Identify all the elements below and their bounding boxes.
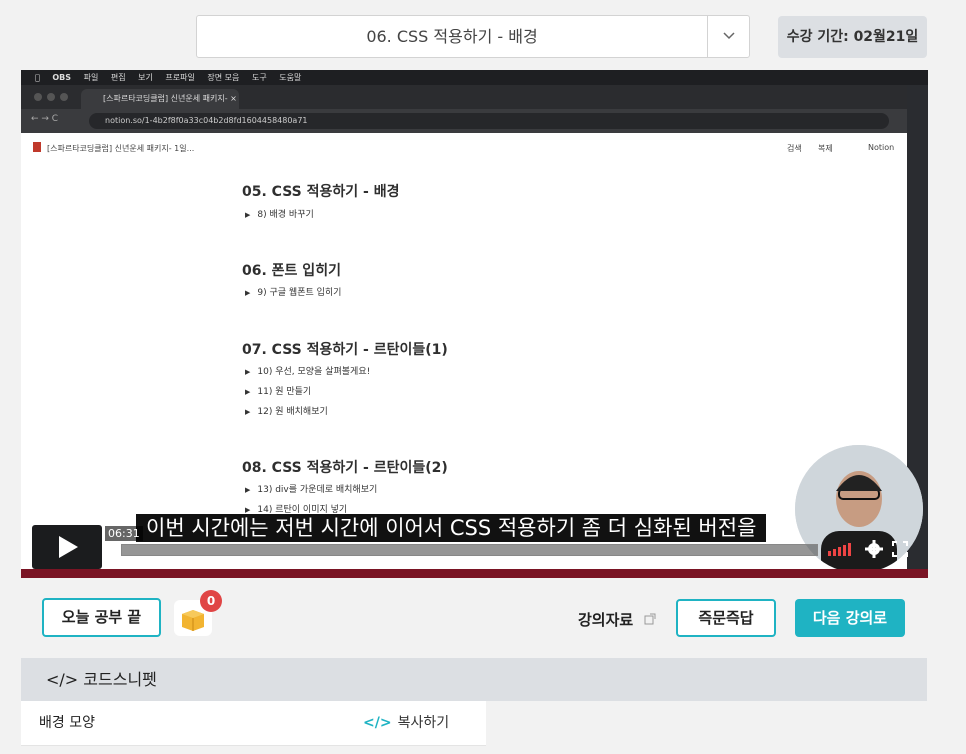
- menubar-item: 장면 모음: [200, 73, 239, 82]
- gear-icon[interactable]: [865, 540, 883, 558]
- notion-topbar: [스파르타코딩클럽] 신년운세 패키지- 1일... 검색 복제 Notion: [21, 133, 907, 165]
- menubar-item: 도움말: [271, 73, 301, 82]
- notion-toggle: 11) 원 만들기: [245, 384, 311, 397]
- notion-heading: 07. CSS 적용하기 - 르탄이들(1): [242, 342, 448, 358]
- browser-window: [스파르타코딩클럽] 신년운세 패키지- × ← → C notion.so/1…: [21, 85, 907, 577]
- next-lesson-button[interactable]: 다음 강의로: [795, 599, 905, 637]
- snippet-name: 배경 모양: [39, 715, 95, 731]
- notion-toggle: 9) 구글 웹폰트 입히기: [245, 285, 341, 298]
- notion-heading: 08. CSS 적용하기 - 르탄이들(2): [242, 460, 448, 476]
- notion-toggle: 10) 우선, 모양을 살펴볼게요!: [245, 364, 370, 377]
- notion-page-icon: [33, 142, 41, 152]
- menubar-item: 도구: [244, 73, 267, 82]
- notion-logo: Notion: [868, 143, 895, 152]
- address-bar: ← → C notion.so/1-4b2f8f0a33c04b2d8fd160…: [21, 109, 907, 133]
- copy-label: 복사하기: [397, 715, 450, 731]
- notion-heading: 05. CSS 적용하기 - 배경: [242, 184, 400, 200]
- external-link-icon: [644, 613, 656, 625]
- fullscreen-icon[interactable]: [892, 541, 908, 557]
- nav-arrows-icon: ← → C: [31, 114, 59, 124]
- snippet-row: 배경 모양 </> 복사하기: [21, 701, 486, 746]
- tab-bar: [스파르타코딩클럽] 신년운세 패키지- ×: [21, 85, 907, 109]
- copy-button[interactable]: </> 복사하기: [363, 701, 449, 746]
- notion-heading: 06. 폰트 입히기: [242, 263, 341, 279]
- notion-toggle: 13) div를 가운데로 배치해보기: [245, 482, 377, 495]
- notion-toggle: 8) 배경 바꾸기: [245, 207, 313, 220]
- menubar-item: 편집: [103, 73, 126, 82]
- notion-toggle: 12) 원 배치해보기: [245, 404, 327, 417]
- notion-breadcrumb: [스파르타코딩클럽] 신년운세 패키지- 1일...: [47, 144, 195, 153]
- video-bottom-strip: [21, 569, 928, 578]
- url-field: notion.so/1-4b2f8f0a33c04b2d8fd160445848…: [89, 113, 889, 129]
- window-controls-icon: [34, 93, 68, 101]
- notion-duplicate: 복제: [818, 144, 833, 153]
- menubar-item: 프로파일: [158, 73, 194, 82]
- period-badge: 수강 기간: 02월21일: [778, 16, 927, 58]
- menubar-item: 파일: [76, 73, 99, 82]
- video-time: 06:31: [105, 526, 143, 541]
- materials-label: 강의자료: [578, 611, 634, 629]
- lesson-select[interactable]: 06. CSS 적용하기 - 배경: [196, 15, 750, 58]
- qa-button[interactable]: 즉문즉답: [676, 599, 776, 637]
- play-button[interactable]: [32, 525, 102, 569]
- video-controls: 06:31: [21, 525, 928, 578]
- volume-icon[interactable]: [827, 542, 855, 556]
- lesson-select-value: 06. CSS 적용하기 - 배경: [366, 27, 538, 46]
- menubar-item: OBS: [45, 73, 71, 82]
- notification-badge: 0: [200, 590, 222, 612]
- code-icon: </>: [363, 715, 392, 731]
- video-player[interactable]:  OBS 파일 편집 보기 프로파일 장면 모음 도구 도움말 [스파르타코딩…: [21, 70, 928, 578]
- mac-menubar:  OBS 파일 편집 보기 프로파일 장면 모음 도구 도움말: [21, 70, 928, 85]
- play-icon: [59, 536, 78, 558]
- browser-tab: [스파르타코딩클럽] 신년운세 패키지- ×: [81, 89, 239, 109]
- materials-link[interactable]: 강의자료: [578, 609, 656, 630]
- notion-search: 검색: [787, 144, 802, 153]
- today-done-button[interactable]: 오늘 공부 끝: [42, 598, 161, 637]
- video-progress-bar[interactable]: [121, 544, 818, 556]
- chevron-down-icon[interactable]: [707, 16, 749, 57]
- snippet-header: </> 코드스니펫: [21, 658, 927, 701]
- menubar-item: 보기: [130, 73, 153, 82]
